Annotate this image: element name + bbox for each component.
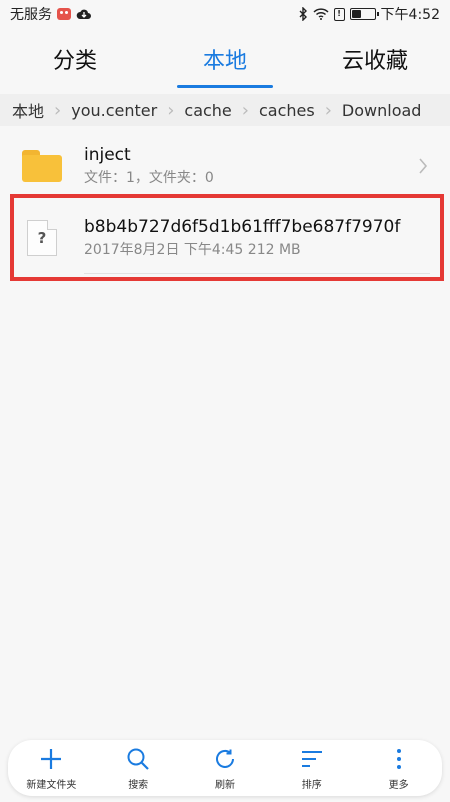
file-name: b8b4b727d6f5d1b61fff7be687f7970f	[84, 217, 401, 237]
file-row-unknown[interactable]: ? b8b4b727d6f5d1b61fff7be687f7970f 2017年…	[0, 202, 450, 274]
new-folder-label: 新建文件夹	[26, 779, 77, 791]
breadcrumb-item-cache[interactable]: cache	[182, 101, 233, 120]
file-meta: 文件：1，文件夹：0	[84, 170, 214, 186]
chevron-right-icon: ›	[167, 99, 175, 121]
status-left: 无服务	[10, 4, 92, 24]
bottom-toolbar: 新建文件夹 搜索 刷新 排序 更多	[8, 740, 442, 796]
file-icon-wrap: ?	[0, 202, 84, 274]
plus-icon	[38, 746, 64, 772]
status-bar: 无服务 ! 下午4:52	[0, 0, 450, 28]
file-name: inject	[84, 145, 131, 165]
sort-label: 排序	[301, 779, 322, 791]
active-tab-indicator	[177, 85, 273, 88]
chevron-right-icon: ›	[241, 99, 249, 121]
file-meta: 2017年8月2日 下午4:45 212 MB	[84, 242, 301, 258]
refresh-label: 刷新	[214, 779, 235, 791]
tab-bar: 分类 本地 云收藏	[0, 28, 450, 90]
file-list: inject 文件：1，文件夹：0 ? b8b4b727d6f5d1b61fff…	[0, 130, 450, 274]
sim-icon: !	[333, 7, 345, 21]
chevron-right-icon: ›	[54, 99, 62, 121]
folder-icon	[22, 150, 62, 182]
bluetooth-icon	[298, 7, 308, 21]
refresh-button[interactable]: 刷新	[185, 740, 265, 796]
tab-category[interactable]: 分类	[0, 28, 150, 90]
status-right: ! 下午4:52	[298, 4, 440, 24]
row-divider	[84, 273, 430, 274]
chevron-right-icon: ›	[324, 99, 332, 121]
unknown-file-icon: ?	[27, 220, 57, 256]
breadcrumb-item-you-center[interactable]: you.center	[69, 101, 159, 120]
tab-local[interactable]: 本地	[150, 28, 300, 90]
wifi-icon	[313, 8, 329, 20]
search-label: 搜索	[128, 779, 149, 791]
file-text: inject 文件：1，文件夹：0	[84, 144, 406, 188]
tab-cloud-favorites-label: 云收藏	[341, 49, 408, 74]
cloud-icon	[76, 8, 92, 20]
breadcrumb-item-caches[interactable]: caches	[257, 101, 317, 120]
battery-icon	[349, 8, 379, 20]
search-icon	[125, 746, 151, 772]
file-text: b8b4b727d6f5d1b61fff7be687f7970f 2017年8月…	[84, 216, 450, 260]
file-icon-wrap	[0, 130, 84, 202]
breadcrumb: 本地 › you.center › cache › caches › Downl…	[0, 94, 450, 126]
breadcrumb-item-download[interactable]: Download	[340, 101, 424, 120]
breadcrumb-item-local[interactable]: 本地	[10, 98, 46, 122]
app-notification-icon	[57, 8, 71, 20]
clock-text: 下午4:52	[380, 7, 440, 23]
chevron-right-icon	[406, 130, 440, 202]
more-vertical-icon	[386, 746, 412, 772]
refresh-icon	[212, 746, 238, 772]
new-folder-button[interactable]: 新建文件夹	[11, 740, 91, 796]
tab-local-label: 本地	[202, 49, 247, 74]
carrier-text: 无服务	[10, 7, 52, 23]
more-label: 更多	[388, 779, 409, 791]
search-button[interactable]: 搜索	[98, 740, 178, 796]
more-button[interactable]: 更多	[359, 740, 439, 796]
tab-cloud-favorites[interactable]: 云收藏	[300, 28, 450, 90]
file-row-folder[interactable]: inject 文件：1，文件夹：0	[0, 130, 450, 202]
sort-button[interactable]: 排序	[272, 740, 352, 796]
sort-icon	[299, 746, 325, 772]
tab-category-label: 分类	[52, 49, 97, 74]
